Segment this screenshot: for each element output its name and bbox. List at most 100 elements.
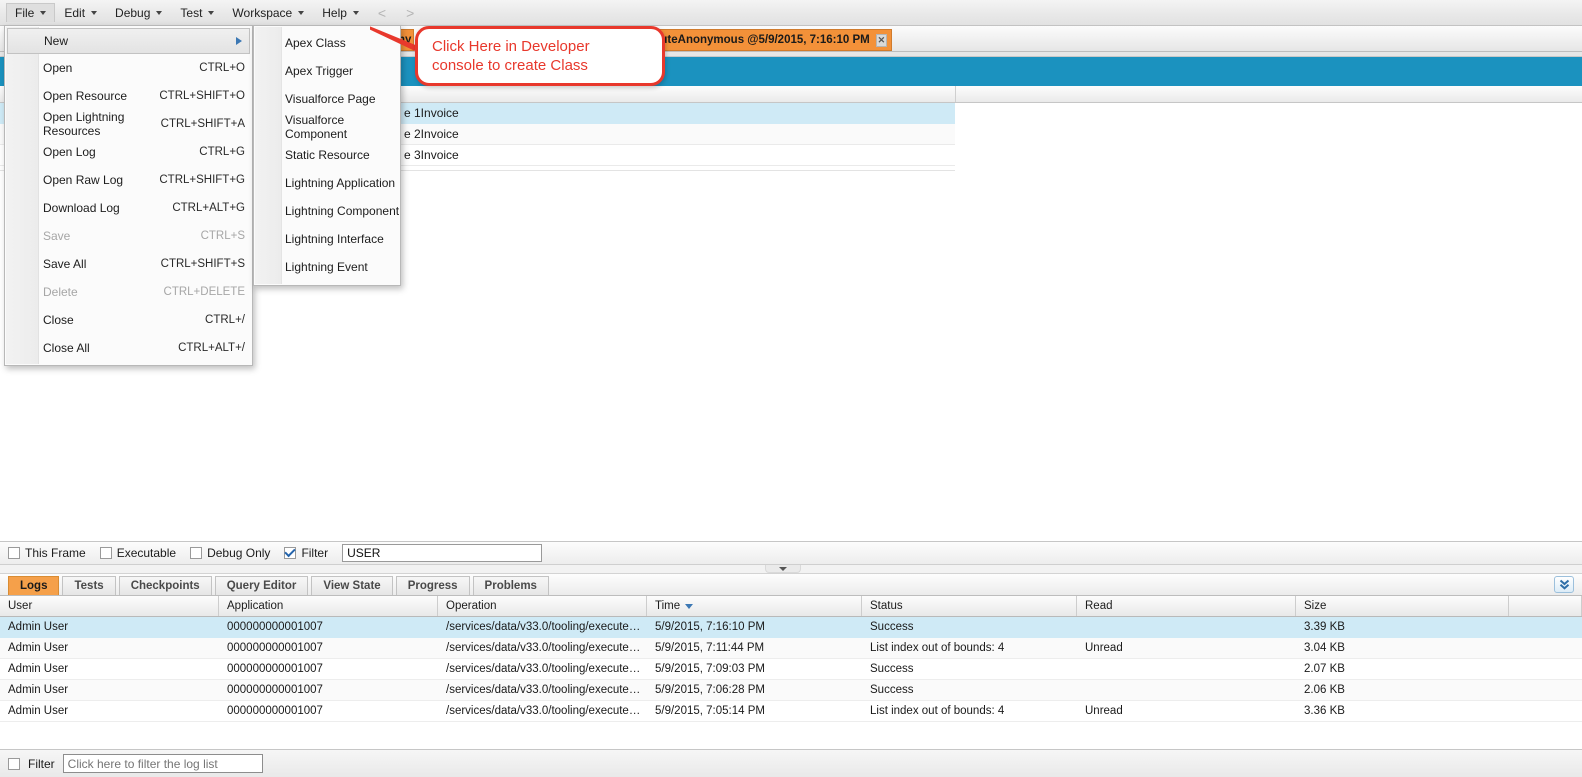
log-list-filter-checkbox[interactable] <box>8 758 20 770</box>
cell-time: 5/9/2015, 7:16:10 PM <box>647 621 862 633</box>
this-frame-checkbox[interactable] <box>8 547 20 559</box>
tab-problems-label: Problems <box>485 580 537 592</box>
editor-result-row-text: e 1Invoice <box>404 106 459 120</box>
log-list-filter-input[interactable] <box>63 754 263 773</box>
column-header-user[interactable]: User <box>0 596 219 616</box>
tab-view-state[interactable]: View State <box>311 576 392 595</box>
file-menu-item-shortcut: CTRL+SHIFT+O <box>145 90 245 102</box>
cell-user: Admin User <box>0 684 219 696</box>
debug-only-checkbox[interactable] <box>190 547 202 559</box>
menu-test[interactable]: Test <box>171 3 223 23</box>
cell-operation: /services/data/v33.0/tooling/executeAn..… <box>438 642 647 654</box>
menu-edit[interactable]: Edit <box>55 3 106 23</box>
menu-bar: File Edit Debug Test Workspace Help < > <box>0 0 1582 26</box>
file-menu-item-open-resource[interactable]: Open Resource CTRL+SHIFT+O <box>5 82 252 110</box>
new-submenu-item-label: Static Resource <box>285 148 370 162</box>
chevron-down-icon <box>208 11 214 15</box>
table-row[interactable]: Admin User 000000000001007 /services/dat… <box>0 617 1582 638</box>
cell-user: Admin User <box>0 642 219 654</box>
editor-tab-label: cuteAnonymous @5/9/2015, 7:16:10 PM <box>654 34 870 46</box>
editor-tab-execute-anonymous[interactable]: cuteAnonymous @5/9/2015, 7:16:10 PM ✕ <box>646 29 892 51</box>
new-submenu-item-lightning-event[interactable]: Lightning Event <box>254 253 400 281</box>
cell-size: 2.07 KB <box>1296 663 1509 675</box>
file-menu-item-label: Open Resource <box>43 89 127 103</box>
tab-progress[interactable]: Progress <box>396 576 470 595</box>
tab-query-editor[interactable]: Query Editor <box>215 576 309 595</box>
table-row[interactable]: Admin User 000000000001007 /services/dat… <box>0 659 1582 680</box>
new-submenu-item-lightning-component[interactable]: Lightning Component <box>254 197 400 225</box>
table-row[interactable]: Admin User 000000000001007 /services/dat… <box>0 680 1582 701</box>
file-menu-item-label: New <box>44 34 68 48</box>
new-submenu-item-lightning-interface[interactable]: Lightning Interface <box>254 225 400 253</box>
this-frame-checkbox-wrap[interactable]: This Frame <box>8 546 86 560</box>
menu-help[interactable]: Help <box>313 3 368 23</box>
this-frame-label: This Frame <box>25 546 86 560</box>
menu-file[interactable]: File <box>6 3 55 22</box>
cell-read: Unread <box>1077 705 1296 717</box>
executable-checkbox-wrap[interactable]: Executable <box>100 546 176 560</box>
cell-operation: /services/data/v33.0/tooling/executeAn..… <box>438 705 647 717</box>
new-submenu-item-lightning-application[interactable]: Lightning Application <box>254 169 400 197</box>
file-menu-item-close[interactable]: Close CTRL+/ <box>5 306 252 334</box>
file-menu-item-download-log[interactable]: Download Log CTRL+ALT+G <box>5 194 252 222</box>
cell-time: 5/9/2015, 7:06:28 PM <box>647 684 862 696</box>
new-submenu-item-static-resource[interactable]: Static Resource <box>254 141 400 169</box>
cell-status: Success <box>862 684 1077 696</box>
cell-status: List index out of bounds: 4 <box>862 642 1077 654</box>
menu-debug[interactable]: Debug <box>106 3 171 23</box>
tab-tests[interactable]: Tests <box>62 576 115 595</box>
chevron-down-icon <box>40 11 46 15</box>
new-submenu-item-visualforce-component[interactable]: Visualforce Component <box>254 113 400 141</box>
file-menu-item-open-log[interactable]: Open Log CTRL+G <box>5 138 252 166</box>
cell-application: 000000000001007 <box>219 684 438 696</box>
filter-checkbox[interactable] <box>284 547 296 559</box>
tab-checkpoints[interactable]: Checkpoints <box>119 576 212 595</box>
column-header-application[interactable]: Application <box>219 596 438 616</box>
menu-workspace[interactable]: Workspace <box>223 3 313 23</box>
menu-workspace-label: Workspace <box>232 6 292 20</box>
file-menu-item-shortcut: CTRL+/ <box>191 314 245 326</box>
file-menu-item-save-all[interactable]: Save All CTRL+SHIFT+S <box>5 250 252 278</box>
file-menu-item-label: Save <box>43 229 70 243</box>
cell-status: List index out of bounds: 4 <box>862 705 1077 717</box>
column-header-status[interactable]: Status <box>862 596 1077 616</box>
new-submenu-item-label: Visualforce Page <box>285 92 376 106</box>
panel-expand-button[interactable] <box>1554 576 1574 593</box>
close-icon[interactable]: ✕ <box>876 34 887 47</box>
tab-problems[interactable]: Problems <box>473 576 549 595</box>
tab-logs[interactable]: Logs <box>8 576 59 595</box>
column-header-label: User <box>8 600 32 612</box>
log-filter-input[interactable] <box>342 544 542 562</box>
file-menu-item-close-all[interactable]: Close All CTRL+ALT+/ <box>5 334 252 362</box>
cell-user: Admin User <box>0 621 219 633</box>
debug-only-checkbox-wrap[interactable]: Debug Only <box>190 546 270 560</box>
file-menu-item-save: Save CTRL+S <box>5 222 252 250</box>
file-menu-item-label: Close All <box>43 341 90 355</box>
column-header-label: Size <box>1304 600 1326 612</box>
menu-test-label: Test <box>180 6 202 20</box>
column-header-spacer[interactable] <box>1509 596 1582 616</box>
column-header-operation[interactable]: Operation <box>438 596 647 616</box>
file-menu-item-delete: Delete CTRL+DELETE <box>5 278 252 306</box>
column-header-label: Application <box>227 600 283 612</box>
executable-checkbox[interactable] <box>100 547 112 559</box>
file-menu-item-open[interactable]: Open CTRL+O <box>5 54 252 82</box>
callout-line-1: Click Here in Developer <box>432 37 648 56</box>
column-header-size[interactable]: Size <box>1296 596 1509 616</box>
column-header-read[interactable]: Read <box>1077 596 1296 616</box>
panel-collapse-grip[interactable] <box>765 565 801 573</box>
file-menu-item-shortcut: CTRL+SHIFT+A <box>147 118 245 130</box>
table-row[interactable]: Admin User 000000000001007 /services/dat… <box>0 701 1582 722</box>
table-row[interactable]: Admin User 000000000001007 /services/dat… <box>0 638 1582 659</box>
file-menu-item-new[interactable]: New <box>7 28 250 54</box>
new-submenu-item-label: Visualforce Component <box>285 113 400 141</box>
file-menu-item-label: Open Log <box>43 145 96 159</box>
file-menu-item-open-raw-log[interactable]: Open Raw Log CTRL+SHIFT+G <box>5 166 252 194</box>
column-header-time[interactable]: Time <box>647 596 862 616</box>
filter-checkbox-wrap[interactable]: Filter <box>284 546 328 560</box>
cell-status: Success <box>862 663 1077 675</box>
log-table-header: User Application Operation Time Status R… <box>0 596 1582 617</box>
log-table: User Application Operation Time Status R… <box>0 596 1582 741</box>
file-menu-item-open-lightning-resources[interactable]: Open Lightning Resources CTRL+SHIFT+A <box>5 110 252 138</box>
panel-splitter[interactable] <box>0 565 1582 574</box>
